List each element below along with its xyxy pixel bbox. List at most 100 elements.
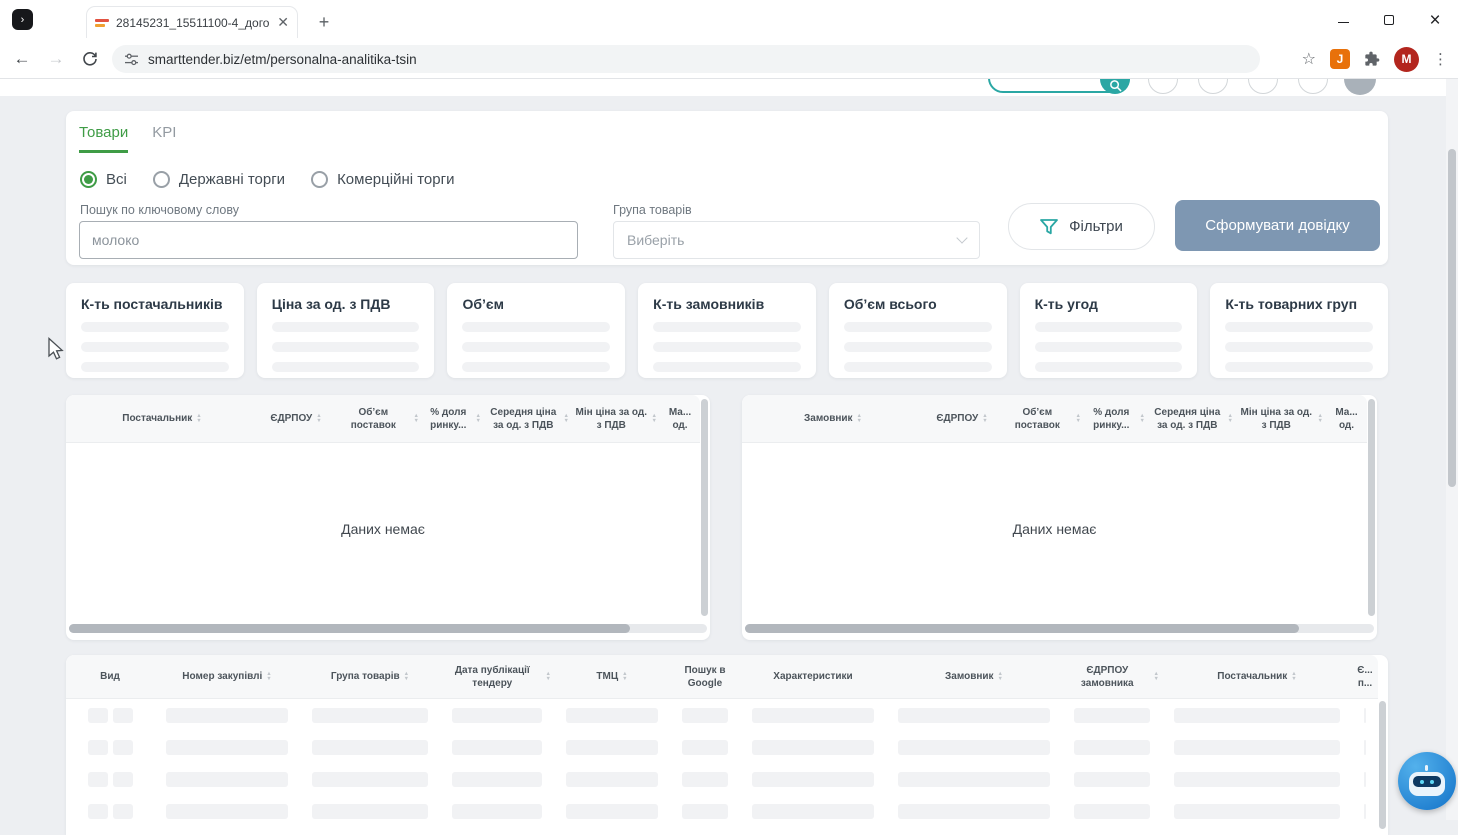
table-cell <box>66 803 154 819</box>
forward-button[interactable]: → <box>42 40 70 78</box>
sort-icon[interactable]: ▲ ▼ <box>1291 671 1296 682</box>
column-header[interactable]: Середня ціна за од. з ПДВ ▲ ▼ <box>484 395 572 442</box>
stat-card-title: К-ть угод <box>1034 296 1098 312</box>
extension-icon-j[interactable]: J <box>1330 49 1350 69</box>
scrollbar-thumb[interactable] <box>745 624 1299 633</box>
sort-icon[interactable]: ▲ ▼ <box>476 413 481 424</box>
column-header[interactable]: Група товарів ▲ ▼ <box>300 655 440 698</box>
scrollbar-thumb[interactable] <box>69 624 631 633</box>
column-header[interactable]: Пошук в Google <box>670 655 740 698</box>
window-close-button[interactable]: × <box>1412 0 1458 40</box>
column-header[interactable]: ЄДРПОУ ▲ ▼ <box>258 395 334 442</box>
page-scrollbar-thumb[interactable] <box>1448 149 1456 487</box>
stat-card: Ціна за од. з ПДВ <box>256 283 435 378</box>
stat-card: Об’єм <box>447 283 626 378</box>
column-header[interactable]: Мін ціна за од. з ПДВ ▲ ▼ <box>1236 395 1326 442</box>
column-header[interactable]: Постачальник ▲ ▼ <box>1162 655 1352 698</box>
group-label: Група товарів <box>613 203 692 217</box>
sort-icon[interactable]: ▲ ▼ <box>998 671 1003 682</box>
loading-skeleton-bar <box>843 342 992 352</box>
purchases-table-header: Вид Номер закупівлі ▲ ▼ Група товарів ▲ ▼ Дата … <box>66 655 1378 699</box>
menu-dots-icon[interactable]: ⋮ <box>1433 50 1448 68</box>
column-header[interactable]: % доля ринку... ▲ ▼ <box>422 395 484 442</box>
header-icon-button[interactable] <box>1248 79 1278 94</box>
vertical-scrollbar-thumb[interactable] <box>1379 701 1386 829</box>
column-header[interactable]: Ма... од. <box>660 395 700 442</box>
horizontal-scrollbar[interactable] <box>745 624 1374 633</box>
column-header[interactable]: ЄДРПОУ замовника ▲ ▼ <box>1062 655 1162 698</box>
column-header[interactable]: ЄДРПОУ ▲ ▼ <box>924 395 1000 442</box>
sort-icon[interactable]: ▲ ▼ <box>414 413 419 424</box>
column-header[interactable]: ТМЦ ▲ ▼ <box>554 655 670 698</box>
group-select[interactable]: Виберіть <box>613 221 980 259</box>
user-avatar[interactable] <box>1344 79 1376 95</box>
column-header-label: Ма... од. <box>1335 406 1358 431</box>
reload-button[interactable] <box>76 40 104 78</box>
sort-icon[interactable]: ▲ ▼ <box>652 413 657 424</box>
generate-report-button[interactable]: Сформувати довідку <box>1175 200 1380 251</box>
tab-tovary[interactable]: Товари <box>79 124 129 153</box>
minimize-button[interactable] <box>1320 0 1366 40</box>
loading-skeleton-bar <box>566 803 658 819</box>
vertical-scrollbar-thumb[interactable] <box>701 399 708 616</box>
maximize-button[interactable] <box>1366 0 1412 40</box>
tab-kpi[interactable]: KPI <box>152 124 176 153</box>
sort-icon[interactable]: ▲ ▼ <box>1140 413 1145 424</box>
page-scrollbar[interactable] <box>1446 79 1458 820</box>
sort-icon[interactable]: ▲ ▼ <box>1154 671 1159 682</box>
sort-icon[interactable]: ▲ ▼ <box>622 671 627 682</box>
sort-icon[interactable]: ▲ ▼ <box>1318 413 1323 424</box>
header-icon-button[interactable] <box>1198 79 1228 94</box>
column-header[interactable]: Є... п... <box>1352 655 1378 698</box>
table-cell <box>154 707 300 723</box>
horizontal-scrollbar[interactable] <box>69 624 707 633</box>
sort-icon[interactable]: ▲ ▼ <box>1228 413 1233 424</box>
keyword-input[interactable] <box>79 221 578 259</box>
column-header[interactable]: Середня ціна за од. з ПДВ ▲ ▼ <box>1148 395 1236 442</box>
bookmark-star-icon[interactable]: ☆ <box>1302 49 1316 69</box>
column-header-label: ЄДРПОУ <box>936 413 979 424</box>
loading-skeleton-bar <box>898 771 1050 787</box>
filter-panel: Товари KPI Всі Державні торги Комерційні… <box>66 111 1388 265</box>
sort-icon[interactable]: ▲ ▼ <box>196 413 201 424</box>
column-header[interactable]: Номер закупівлі ▲ ▼ <box>154 655 300 698</box>
pinned-tab-icon[interactable]: › <box>12 9 33 30</box>
column-header[interactable]: Об’єм поставок ▲ ▼ <box>334 395 422 442</box>
site-info-icon[interactable] <box>124 52 139 67</box>
column-header[interactable]: Мін ціна за од. з ПДВ ▲ ▼ <box>572 395 660 442</box>
column-header-label: ЄДРПОУ замовника <box>1080 664 1134 689</box>
sort-icon[interactable]: ▲ ▼ <box>1076 413 1081 424</box>
radio-all[interactable]: Всі <box>80 171 127 188</box>
radio-commercial-trades[interactable]: Комерційні торги <box>311 171 454 188</box>
sort-icon[interactable]: ▲ ▼ <box>266 671 271 682</box>
sort-icon[interactable]: ▲ ▼ <box>982 413 987 424</box>
sort-icon[interactable]: ▲ ▼ <box>404 671 409 682</box>
sort-icon[interactable]: ▲ ▼ <box>857 413 862 424</box>
browser-tab[interactable]: 28145231_15511100-4_договір ✕ <box>86 6 298 38</box>
column-header[interactable]: Вид <box>66 655 154 698</box>
column-header[interactable]: Замовник ▲ ▼ <box>742 395 924 442</box>
stat-card-title: Об’єм всього <box>843 296 937 312</box>
new-tab-button[interactable]: + <box>312 10 336 34</box>
column-header[interactable]: % доля ринку... ▲ ▼ <box>1084 395 1148 442</box>
header-icon-button[interactable] <box>1148 79 1178 94</box>
column-header[interactable]: Замовник ▲ ▼ <box>886 655 1062 698</box>
filters-button[interactable]: Фільтри <box>1008 203 1155 250</box>
header-icon-button[interactable] <box>1298 79 1328 94</box>
tab-close-icon[interactable]: ✕ <box>277 14 289 31</box>
column-header[interactable]: Дата публікації тендеру ▲ ▼ <box>440 655 554 698</box>
extensions-puzzle-icon[interactable] <box>1364 51 1380 67</box>
radio-state-trades[interactable]: Державні торги <box>152 171 285 188</box>
sort-icon[interactable]: ▲ ▼ <box>564 413 569 424</box>
url-bar[interactable]: smarttender.biz/etm/personalna-analitika… <box>112 45 1260 73</box>
sort-icon[interactable]: ▲ ▼ <box>546 671 551 682</box>
chatbot-button[interactable] <box>1398 752 1456 810</box>
sort-icon[interactable]: ▲ ▼ <box>316 413 321 424</box>
column-header[interactable]: Характеристики <box>740 655 886 698</box>
profile-avatar[interactable]: M <box>1394 46 1419 72</box>
column-header[interactable]: Ма... од. <box>1326 395 1367 442</box>
column-header[interactable]: Постачальник ▲ ▼ <box>66 395 258 442</box>
back-button[interactable]: ← <box>8 40 36 78</box>
vertical-scrollbar-thumb[interactable] <box>1368 399 1375 616</box>
column-header[interactable]: Об’єм поставок ▲ ▼ <box>1000 395 1084 442</box>
